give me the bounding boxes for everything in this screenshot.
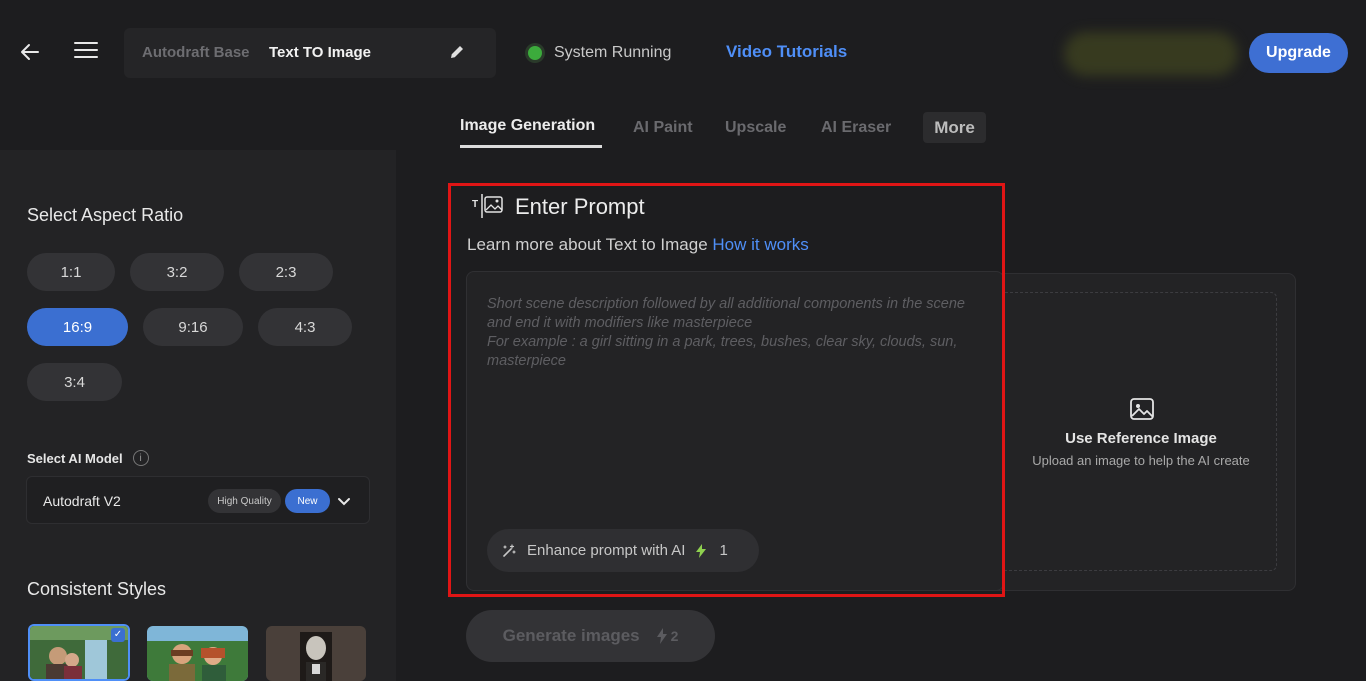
ratio-2-3[interactable]: 2:3	[239, 253, 333, 291]
image-icon	[1130, 398, 1154, 420]
breadcrumb: Autodraft Base Text TO Image	[124, 28, 496, 78]
generate-cost: 2	[670, 628, 679, 644]
generate-label: Generate images	[502, 626, 640, 645]
ratio-3-2[interactable]: 3:2	[130, 253, 224, 291]
selected-check-icon: ✓	[111, 628, 125, 642]
ai-model-name: Autodraft V2	[43, 493, 121, 509]
info-icon[interactable]: i	[132, 450, 149, 466]
ratio-9-16[interactable]: 9:16	[143, 308, 243, 346]
tab-ai-paint[interactable]: AI Paint	[633, 119, 693, 137]
pencil-icon[interactable]	[448, 43, 466, 61]
tab-ai-eraser[interactable]: AI Eraser	[821, 119, 891, 137]
reference-subtitle: Upload an image to help the AI create	[1032, 453, 1250, 468]
high-quality-badge: High Quality	[208, 489, 281, 513]
aspect-ratio-title: Select Aspect Ratio	[27, 205, 184, 225]
new-badge: New	[285, 489, 330, 513]
system-status: System Running	[528, 44, 671, 62]
style-thumb-waterfall-couple[interactable]: ✓	[28, 624, 130, 681]
consistent-styles-title: Consistent Styles	[27, 579, 167, 599]
breadcrumb-base[interactable]: Autodraft Base	[142, 44, 250, 61]
tab-upscale[interactable]: Upscale	[725, 119, 786, 137]
style-thumb-gothic-girl[interactable]	[266, 626, 366, 681]
reference-title: Use Reference Image	[1065, 430, 1217, 447]
active-tab-indicator	[460, 145, 602, 148]
hamburger-icon[interactable]	[74, 42, 98, 62]
highlight-box	[448, 183, 1005, 597]
ai-model-select[interactable]: Autodraft V2 High Quality New	[26, 476, 370, 524]
ratio-4-3[interactable]: 4:3	[258, 308, 352, 346]
settings-sidebar	[0, 150, 396, 681]
video-tutorials-link[interactable]: Video Tutorials	[726, 42, 847, 62]
ratio-1-1[interactable]: 1:1	[27, 253, 115, 291]
ratio-3-4[interactable]: 3:4	[27, 363, 122, 401]
top-bar: Autodraft Base Text TO Image System Runn…	[0, 0, 1366, 104]
breadcrumb-title: Text TO Image	[269, 44, 371, 61]
lightning-icon	[656, 628, 667, 644]
style-thumb-forest-couple[interactable]	[147, 626, 248, 681]
generate-images-button[interactable]: Generate images 2	[466, 610, 715, 662]
style-thumb-gothic-girl-image	[266, 626, 366, 681]
style-thumb-forest-couple-image	[147, 626, 248, 681]
arrow-left-icon[interactable]	[18, 40, 42, 64]
upgrade-button[interactable]: Upgrade	[1249, 33, 1348, 73]
chevron-down-icon[interactable]	[337, 494, 351, 508]
status-text: System Running	[554, 44, 672, 61]
ratio-16-9[interactable]: 16:9	[27, 308, 128, 346]
ai-model-label: Select AI Model i	[27, 450, 149, 466]
ai-model-label-text: Select AI Model	[27, 450, 123, 466]
blurred-credits-badge	[1064, 32, 1238, 76]
status-dot-icon	[528, 46, 542, 60]
tab-more[interactable]: More	[923, 112, 986, 143]
tab-image-generation[interactable]: Image Generation	[460, 117, 595, 135]
